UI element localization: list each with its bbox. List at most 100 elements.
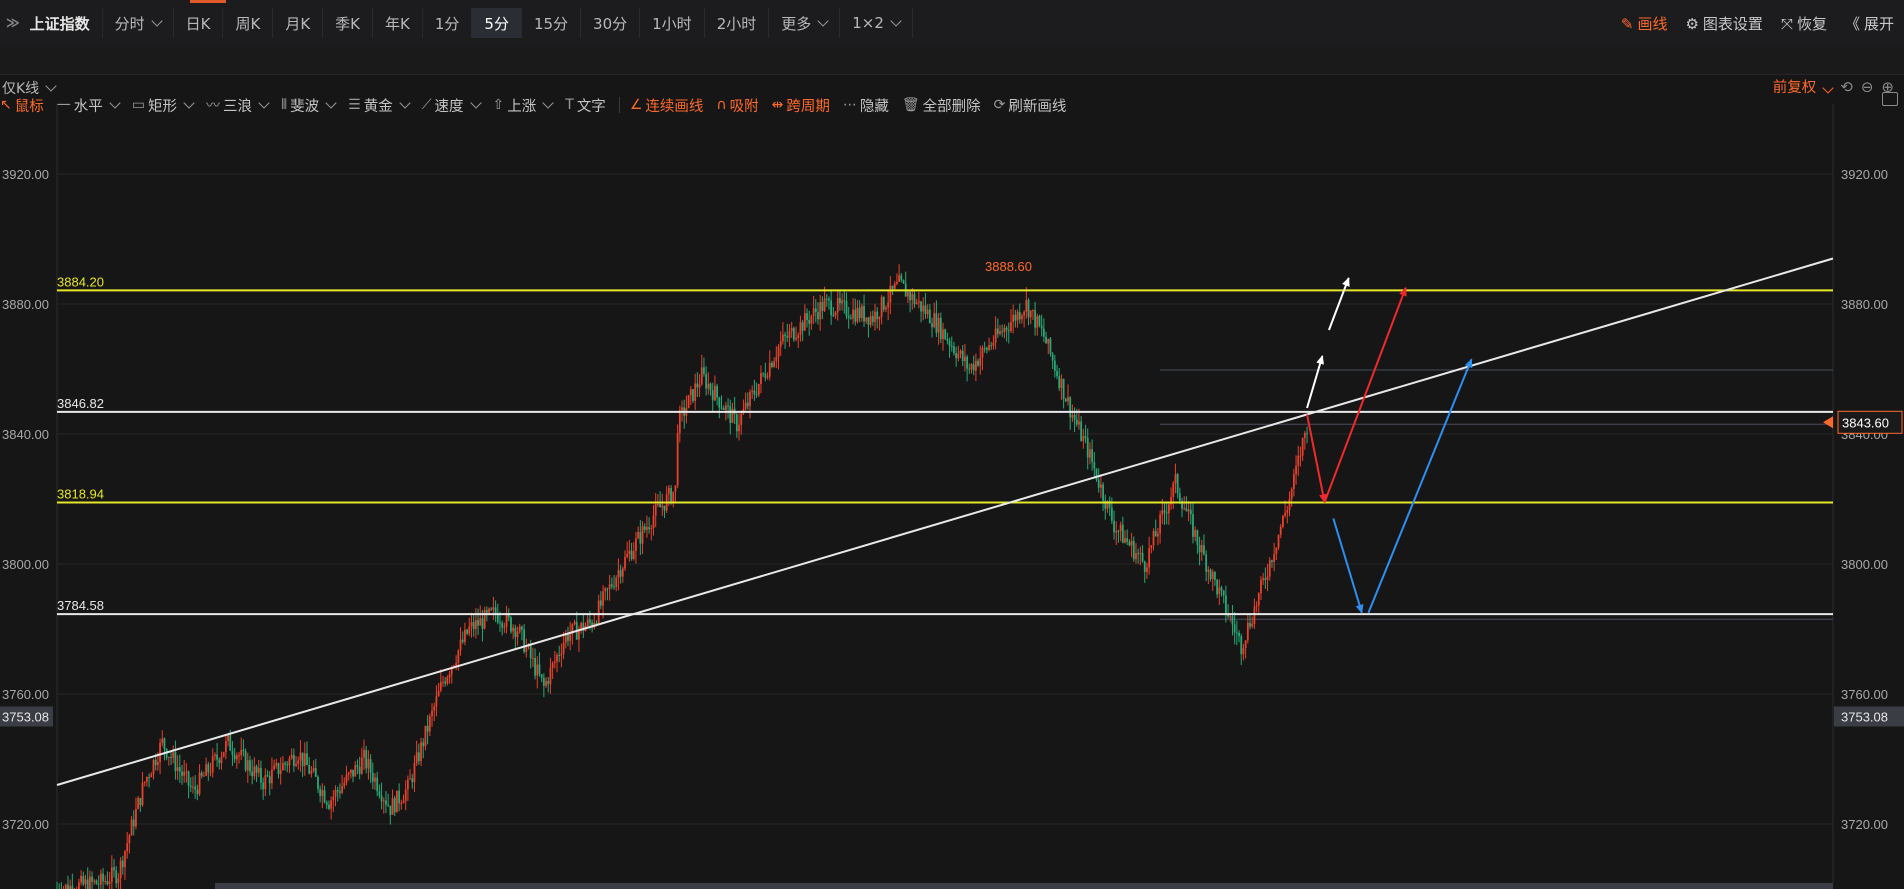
- candle-body: [1264, 578, 1267, 580]
- candle-body: [431, 710, 433, 717]
- candle-body: [803, 313, 806, 331]
- candle-body: [1146, 567, 1148, 572]
- candle-body: [352, 769, 354, 777]
- candle-body: [343, 782, 346, 787]
- high-price-label: 3888.60: [985, 259, 1032, 274]
- candle-body: [1102, 484, 1104, 501]
- candle-body: [192, 786, 194, 788]
- candle-body: [233, 754, 236, 760]
- candle-body: [249, 760, 251, 772]
- candle-body: [1062, 378, 1065, 400]
- candle-body: [398, 790, 401, 804]
- candle-body: [1053, 360, 1056, 371]
- candle-body: [1277, 534, 1280, 548]
- candle-body: [1200, 545, 1203, 553]
- candle-body: [1141, 552, 1144, 562]
- candle-body: [1029, 310, 1032, 318]
- candle-body: [709, 383, 712, 391]
- candle-body: [135, 808, 137, 827]
- candle-body: [1045, 336, 1047, 344]
- candle-body: [404, 789, 407, 802]
- candle-body: [1275, 547, 1278, 554]
- candle-body: [1163, 510, 1166, 513]
- price-chart[interactable]: 3720.00 3720.00 3760.00 3760.00 3800.00 3800.…: [0, 0, 1904, 889]
- candle-body: [295, 764, 297, 766]
- candle-body: [744, 402, 747, 409]
- candle-body: [117, 878, 120, 884]
- candle-body: [762, 373, 765, 375]
- candle-body: [799, 322, 802, 336]
- y-tick-label-left: 3920.00: [2, 167, 49, 182]
- candle-body: [672, 491, 675, 503]
- candle-body: [499, 622, 501, 624]
- time-scrollbar[interactable]: [215, 883, 1833, 889]
- candle-body: [189, 785, 192, 787]
- candle-body: [301, 752, 304, 766]
- candle-body: [867, 317, 870, 325]
- candle-body: [909, 291, 911, 301]
- candle-body: [224, 741, 227, 753]
- candle-body: [1233, 624, 1236, 633]
- candle-body: [178, 767, 181, 772]
- candle-body: [209, 772, 212, 774]
- candle-body: [86, 879, 89, 889]
- candle-body: [994, 328, 997, 343]
- candle-body: [648, 527, 651, 530]
- candle-body: [615, 577, 618, 587]
- candle-body: [700, 367, 703, 385]
- candle-body: [885, 307, 887, 310]
- candle-body: [1260, 580, 1262, 594]
- candle-body: [1279, 526, 1282, 535]
- candle-body: [148, 777, 151, 779]
- candle-body: [159, 742, 161, 763]
- candle-body: [198, 772, 201, 795]
- candle-body: [308, 765, 311, 774]
- candle-body: [917, 301, 920, 303]
- candle-body: [474, 620, 477, 630]
- candle-body: [358, 766, 361, 774]
- candle-body: [608, 584, 611, 589]
- candle-body: [755, 394, 758, 396]
- candle-body: [1117, 530, 1120, 532]
- candle-body: [1150, 545, 1153, 549]
- candle-body: [1080, 421, 1083, 441]
- candle-body: [902, 280, 905, 284]
- candle-body: [718, 397, 721, 408]
- candle-body: [887, 302, 890, 308]
- candle-body: [1075, 419, 1078, 425]
- candle-body: [1023, 311, 1026, 316]
- candle-body: [913, 293, 916, 304]
- candle-body: [218, 759, 221, 764]
- candle-body: [1110, 507, 1113, 521]
- candle-body: [948, 340, 951, 347]
- candle-body: [707, 383, 710, 389]
- candle-body: [1027, 299, 1030, 318]
- horizontal-line-label: 3846.82: [57, 396, 104, 411]
- candle-body: [203, 775, 205, 777]
- candle-body: [67, 884, 69, 889]
- candle-body: [227, 734, 229, 742]
- candle-body: [1099, 484, 1102, 488]
- candle-body: [464, 629, 466, 642]
- candle-body: [950, 346, 953, 348]
- candle-body: [849, 318, 852, 320]
- annotation-arrow-white: [1306, 355, 1324, 409]
- candle-body: [1071, 414, 1074, 418]
- candle-body: [1286, 509, 1289, 513]
- candle-body: [999, 331, 1001, 334]
- candle-body: [705, 373, 708, 389]
- candle-body: [181, 771, 183, 776]
- candle-body: [1064, 399, 1067, 402]
- candle-body: [266, 775, 269, 777]
- candle-body: [613, 586, 615, 588]
- candle-body: [556, 655, 558, 662]
- y-tick-label-left: 3840.00: [2, 427, 49, 442]
- candle-body: [279, 770, 282, 774]
- candle-body: [369, 759, 372, 773]
- horizontal-line-label: 3818.94: [57, 486, 104, 501]
- y-tick-label-right: 3920.00: [1841, 167, 1888, 182]
- candle-body: [521, 626, 523, 630]
- candle-body: [828, 298, 830, 301]
- candle-body: [966, 356, 969, 369]
- candle-body: [510, 617, 512, 632]
